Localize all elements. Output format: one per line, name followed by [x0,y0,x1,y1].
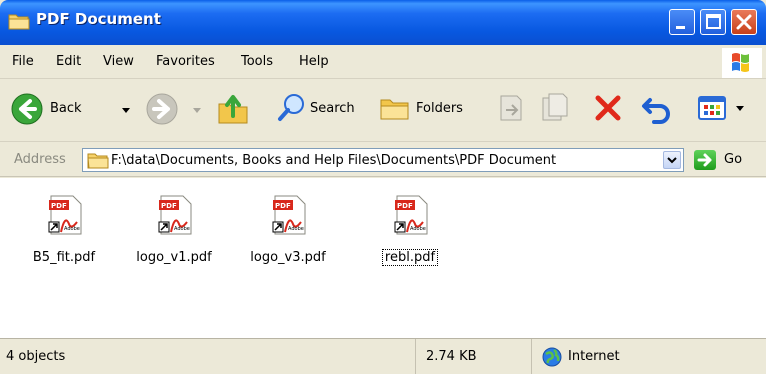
pdf-file-icon: PDF Adobe [272,195,306,235]
menu-edit[interactable]: Edit [56,54,81,69]
forward-arrow-icon [146,93,178,125]
status-size-cell: 2.74 KB [416,339,532,374]
close-icon [736,14,752,30]
minimize-button[interactable] [669,9,695,35]
folders-button[interactable]: Folders [378,92,472,128]
copy-to-button[interactable] [540,92,570,124]
maximize-button[interactable] [700,9,726,35]
move-to-button[interactable] [496,92,526,124]
status-objects: 4 objects [6,349,66,364]
status-bar: 4 objects 2.74 KB Internet [0,338,766,374]
folder-icon [87,153,109,169]
file-item[interactable]: PDF Adobe B5_fit.pdf [20,188,108,278]
menu-bar: File Edit View Favorites Tools Help [0,45,766,79]
status-zone-cell: Internet [532,339,766,374]
file-item[interactable]: PDF Adobe logo_v3.pdf [244,188,332,278]
adobe-label: Adobe [64,226,80,232]
window-title: PDF Document [36,10,161,28]
go-arrow-icon [697,153,712,167]
menu-help[interactable]: Help [299,54,329,69]
back-label: Back [50,101,82,116]
file-name: B5_fit.pdf [32,250,96,265]
folder-icon [8,14,30,30]
chevron-down-icon [122,108,130,113]
explorer-window: PDF Document File Edit View Favorites To… [0,0,766,374]
back-arrow-icon [11,93,43,125]
undo-icon [642,98,670,124]
go-label[interactable]: Go [724,152,742,167]
chevron-down-icon [736,106,744,111]
address-input[interactable]: F:\data\Documents, Books and Help Files\… [82,148,684,172]
pdf-file-icon: PDF Adobe [394,195,428,235]
move-to-icon [500,95,522,121]
title-bar[interactable]: PDF Document [0,0,766,45]
file-name: logo_v3.pdf [250,250,326,265]
up-folder-button[interactable] [216,88,250,128]
close-button[interactable] [731,9,757,35]
search-label: Search [310,101,355,116]
address-dropdown[interactable] [663,151,681,169]
address-bar: Address F:\data\Documents, Books and Hel… [0,143,766,177]
file-name: logo_v1.pdf [136,250,212,265]
delete-icon [595,95,621,121]
search-button[interactable]: Search [276,92,366,128]
address-label: Address [14,152,66,167]
pdf-file-icon: PDF Adobe [48,195,82,235]
adobe-label: Adobe [288,226,304,232]
maximize-icon [706,14,721,29]
file-list[interactable]: PDF Adobe B5_fit.pdf PDF Adobe logo_v1.p… [0,178,766,338]
menu-tools[interactable]: Tools [241,54,273,69]
pdf-badge: PDF [51,202,67,210]
undo-button[interactable] [640,92,674,124]
globe-icon [542,347,562,367]
forward-button[interactable] [145,92,203,128]
folders-icon [380,99,409,120]
back-button[interactable]: Back [10,92,130,128]
status-zone: Internet [568,349,620,364]
chevron-down-icon [193,108,201,113]
menu-favorites[interactable]: Favorites [156,54,215,69]
status-objects-cell: 4 objects [0,339,416,374]
adobe-label: Adobe [174,226,190,232]
chevron-down-icon [667,157,677,164]
file-item-selected[interactable]: PDF Adobe rebl.pdf [366,188,454,278]
pdf-badge: PDF [397,202,413,210]
delete-button[interactable] [592,92,624,124]
pdf-file-icon: PDF Adobe [158,195,192,235]
minimize-icon [676,26,685,29]
file-name: rebl.pdf [381,249,439,266]
go-button[interactable] [694,150,716,170]
copy-to-icon [542,93,568,121]
file-item[interactable]: PDF Adobe logo_v1.pdf [130,188,218,278]
menu-file[interactable]: File [12,54,34,69]
up-folder-icon [218,95,248,124]
adobe-label: Adobe [410,226,426,232]
pdf-badge: PDF [161,202,177,210]
menu-view[interactable]: View [103,54,134,69]
folders-label: Folders [416,101,463,116]
toolbar: Back Search Folders [0,80,766,142]
views-icon [698,96,726,120]
pdf-badge: PDF [275,202,291,210]
views-button[interactable] [696,92,752,124]
address-path: F:\data\Documents, Books and Help Files\… [111,153,557,168]
windows-logo [722,48,762,78]
status-size: 2.74 KB [426,349,477,364]
search-icon [278,94,304,121]
